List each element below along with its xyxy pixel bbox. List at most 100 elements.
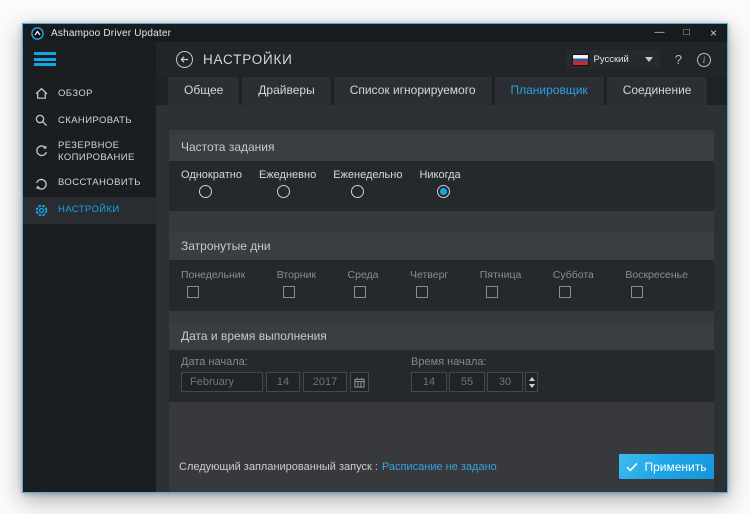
start-date-group: Дата начала: February 14 2017 xyxy=(181,356,369,402)
checkbox-label: Пятница xyxy=(479,269,522,281)
settings-tabs: Общее Драйверы Список игнорируемого План… xyxy=(156,77,727,105)
calendar-button[interactable] xyxy=(350,372,369,392)
info-button[interactable]: i xyxy=(697,52,711,67)
checkbox-monday[interactable] xyxy=(187,286,199,298)
checkbox-sunday[interactable] xyxy=(631,286,644,298)
backup-icon xyxy=(34,144,49,159)
checkbox-thursday[interactable] xyxy=(415,286,428,298)
close-button[interactable]: × xyxy=(700,24,727,42)
year-field[interactable]: 2017 xyxy=(303,372,347,392)
frequency-options-row: Однократно Ежедневно Еженедельно Никогда xyxy=(169,161,714,211)
search-icon xyxy=(34,113,49,128)
restore-icon xyxy=(34,176,49,191)
checkbox-label: Вторник xyxy=(276,269,317,281)
apply-button-label: Применить xyxy=(644,459,707,474)
sidebar-item-label: ВОССТАНОВИТЬ xyxy=(58,177,141,189)
scheduler-content: Частота задания Однократно Ежедневно Еже… xyxy=(156,105,727,492)
sidebar-item-label: РЕЗЕРВНОЕ КОПИРОВАНИЕ xyxy=(58,140,135,163)
gear-icon xyxy=(34,203,49,218)
checkbox-label: Понедельник xyxy=(181,269,246,281)
sidebar-item-settings[interactable]: НАСТРОЙКИ xyxy=(23,196,156,224)
checkbox-friday[interactable] xyxy=(485,286,498,298)
days-row: Понедельник Вторник Среда Четверг Пятниц… xyxy=(169,260,714,311)
checkbox-wednesday[interactable] xyxy=(353,286,366,298)
sidebar-item-label: СКАНИРОВАТЬ xyxy=(58,114,132,126)
frequency-option-never[interactable]: Никогда xyxy=(419,169,461,211)
checkbox-tuesday[interactable] xyxy=(282,286,295,298)
chevron-down-icon xyxy=(644,57,653,62)
radio-label: Никогда xyxy=(419,169,461,181)
datetime-row: Дата начала: February 14 2017 Время нача… xyxy=(169,350,714,402)
sidebar-item-backup[interactable]: РЕЗЕРВНОЕ КОПИРОВАНИЕ xyxy=(23,134,156,170)
section-title-days: Затронутые дни xyxy=(169,233,714,260)
sidebar-item-restore[interactable]: ВОССТАНОВИТЬ xyxy=(23,170,156,197)
next-run-value-link[interactable]: Расписание не задано xyxy=(382,461,497,473)
apply-button[interactable]: Применить xyxy=(619,454,714,479)
tab-drivers[interactable]: Драйверы xyxy=(242,77,331,105)
russian-flag-icon xyxy=(571,53,589,66)
sidebar-item-label: ОБЗОР xyxy=(58,87,93,99)
section-title-datetime: Дата и время выполнения xyxy=(169,323,714,350)
minute-field[interactable]: 55 xyxy=(449,372,485,392)
radio-label: Ежедневно xyxy=(258,169,317,181)
month-field[interactable]: February xyxy=(181,372,263,392)
language-label: Русский xyxy=(593,54,629,65)
radio-button-once[interactable] xyxy=(199,185,212,198)
language-dropdown[interactable]: Русский xyxy=(565,50,660,69)
radio-button-never[interactable] xyxy=(437,185,451,198)
sidebar-item-scan[interactable]: СКАНИРОВАТЬ xyxy=(23,107,156,134)
checkbox-label: Четверг xyxy=(409,269,449,281)
start-time-label: Время начала: xyxy=(411,356,487,368)
day-friday[interactable]: Пятница xyxy=(479,269,522,311)
checkbox-label: Среда xyxy=(347,269,379,281)
next-run-label: Следующий запланированный запуск : xyxy=(179,460,378,473)
sidebar-item-overview[interactable]: ОБЗОР xyxy=(23,80,156,107)
radio-label: Еженедельно xyxy=(333,169,403,181)
sidebar: ОБЗОР СКАНИРОВАТЬ РЕЗЕРВНОЕ КОПИРОВАНИЕ xyxy=(23,42,156,492)
footer-bar: Следующий запланированный запуск : Распи… xyxy=(169,454,714,479)
home-icon xyxy=(34,86,49,101)
stepper-up-icon[interactable] xyxy=(528,376,535,381)
frequency-option-weekly[interactable]: Еженедельно xyxy=(333,169,402,211)
hour-field[interactable]: 14 xyxy=(411,372,447,392)
start-time-group: Время начала: 14 55 30 xyxy=(411,356,538,402)
checkbox-label: Воскресенье xyxy=(625,269,688,281)
time-stepper[interactable] xyxy=(525,372,538,392)
section-title-frequency: Частота задания xyxy=(169,134,714,161)
radio-button-daily[interactable] xyxy=(276,185,290,198)
day-thursday[interactable]: Четверг xyxy=(410,269,448,311)
day-saturday[interactable]: Суббота xyxy=(553,269,594,311)
check-icon xyxy=(626,462,639,472)
checkbox-label: Суббота xyxy=(552,269,594,281)
app-window: Ashampoo Driver Updater — □ × ОБЗОР СКАН… xyxy=(22,23,728,493)
window-title: Ashampoo Driver Updater xyxy=(51,27,172,39)
menu-icon[interactable] xyxy=(34,52,56,66)
help-button[interactable]: ? xyxy=(675,52,682,67)
window-controls: — □ × xyxy=(646,24,727,42)
second-field[interactable]: 30 xyxy=(487,372,523,392)
start-date-label: Дата начала: xyxy=(181,356,248,368)
tab-scheduler[interactable]: Планировщик xyxy=(494,77,604,105)
page-header: НАСТРОЙКИ Русский ? i xyxy=(156,42,727,77)
maximize-button[interactable]: □ xyxy=(673,24,700,42)
stepper-down-icon[interactable] xyxy=(528,383,535,388)
app-logo-icon xyxy=(31,26,44,40)
day-sunday[interactable]: Воскресенье xyxy=(625,269,688,311)
day-monday[interactable]: Понедельник xyxy=(181,269,245,311)
day-wednesday[interactable]: Среда xyxy=(348,269,379,311)
day-field[interactable]: 14 xyxy=(266,372,300,392)
tab-ignore-list[interactable]: Список игнорируемого xyxy=(333,77,492,105)
tab-connection[interactable]: Соединение xyxy=(606,77,708,105)
radio-label: Однократно xyxy=(181,169,242,181)
tab-general[interactable]: Общее xyxy=(168,77,240,105)
checkbox-saturday[interactable] xyxy=(558,286,571,298)
day-tuesday[interactable]: Вторник xyxy=(277,269,316,311)
title-bar: Ashampoo Driver Updater — □ × xyxy=(23,24,727,42)
page-title: НАСТРОЙКИ xyxy=(203,52,293,67)
back-button[interactable] xyxy=(176,51,193,68)
minimize-button[interactable]: — xyxy=(646,24,673,42)
radio-button-weekly[interactable] xyxy=(351,185,365,198)
frequency-option-daily[interactable]: Ежедневно xyxy=(259,169,316,211)
frequency-option-once[interactable]: Однократно xyxy=(181,169,242,211)
sidebar-item-label: НАСТРОЙКИ xyxy=(58,204,120,216)
